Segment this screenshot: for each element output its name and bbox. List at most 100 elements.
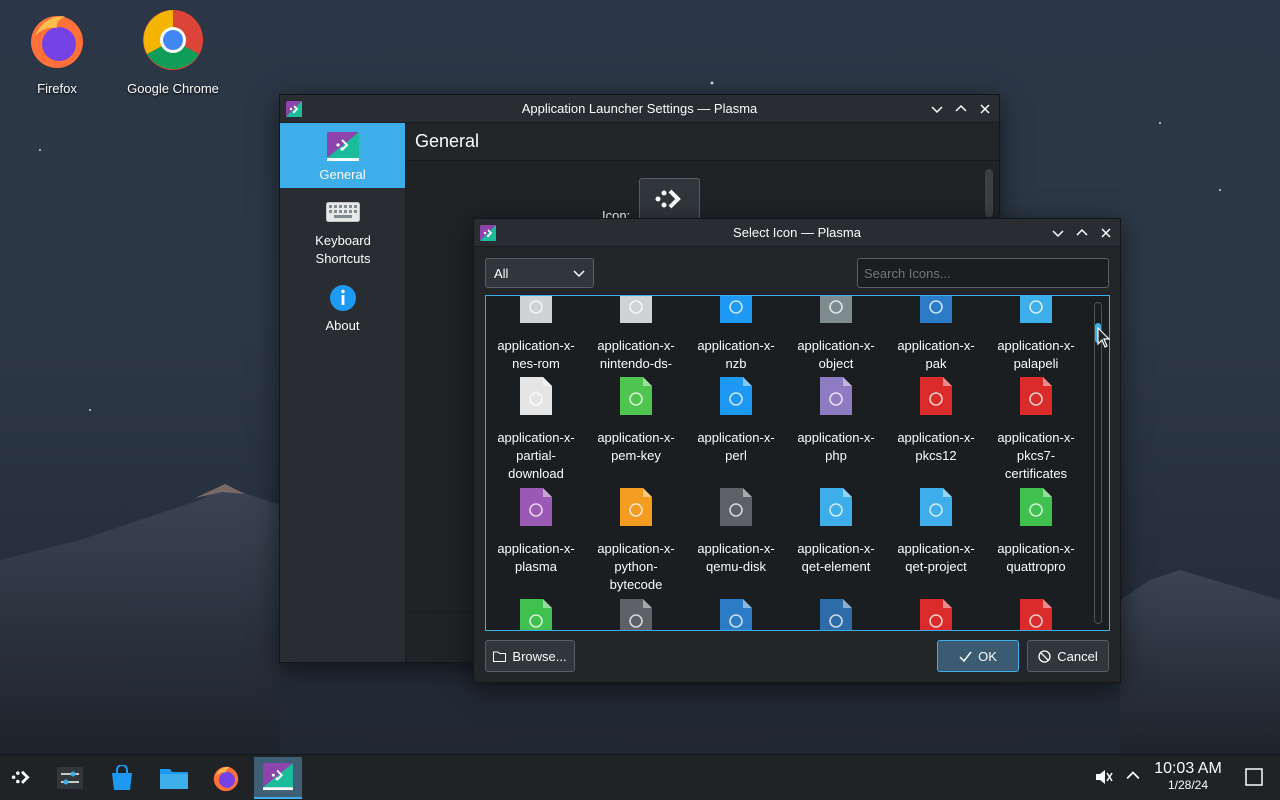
- settings-scrollbar[interactable]: [985, 169, 993, 217]
- show-desktop-button[interactable]: [1245, 768, 1263, 789]
- keyboard-icon: [326, 202, 360, 222]
- filter-selected-value: All: [494, 265, 509, 281]
- mimetype-icon: [720, 599, 752, 630]
- minimize-button[interactable]: [1048, 223, 1068, 243]
- sidebar-item-keyboard-shortcuts[interactable]: Keyboard Shortcuts: [280, 188, 406, 274]
- mimetype-icon: [520, 377, 552, 415]
- launcher-app-icon: [480, 224, 496, 241]
- icon-grid-item-label: python-: [614, 559, 658, 574]
- system-tray-expand-button[interactable]: [1126, 769, 1140, 786]
- window-title: Application Launcher Settings — Plasma: [521, 101, 758, 116]
- icon-grid-item-label: application-x-: [997, 338, 1075, 353]
- sidebar-item-about[interactable]: About: [280, 274, 405, 339]
- icon-grid-item[interactable]: application-x-pkcs7- certificates: [986, 376, 1086, 483]
- maximize-button[interactable]: [1072, 223, 1092, 243]
- launcher-icon: [326, 132, 359, 161]
- icon-grid-item[interactable]: application-x-python-bytecode: [586, 487, 686, 594]
- icon-grid-item-label: application-x-: [997, 541, 1075, 556]
- volume-muted-button[interactable]: [1094, 768, 1114, 789]
- taskbar-launcher-settings[interactable]: [254, 757, 302, 799]
- icon-grid-item-label: pkcs7-: [1016, 448, 1056, 463]
- info-icon: [329, 285, 356, 311]
- icon-grid-item[interactable]: application-x-qet-element: [786, 487, 886, 576]
- cancel-button[interactable]: Cancel: [1027, 640, 1109, 672]
- icon-grid-item[interactable]: application-x-partial-download: [486, 376, 586, 483]
- dialog-titlebar[interactable]: Select Icon — Plasma: [474, 219, 1120, 247]
- sidebar-item-general[interactable]: General: [280, 123, 405, 188]
- browse-button[interactable]: Browse...: [485, 640, 575, 672]
- icon-grid-item[interactable]: application-x-object: [786, 296, 886, 373]
- icon-grid-item-label: download: [508, 466, 564, 481]
- icon-grid-item[interactable]: application-x-plasma: [486, 487, 586, 576]
- icon-grid-item[interactable]: application-x-pkcs12: [886, 376, 986, 465]
- icon-grid-item-label: object: [818, 356, 854, 371]
- chevron-up-icon: [1076, 228, 1088, 236]
- close-button[interactable]: [975, 99, 995, 119]
- icon-grid-item[interactable]: application-x-quattropro: [986, 487, 1086, 576]
- maximize-button[interactable]: [951, 99, 971, 119]
- mimetype-icon: [920, 377, 952, 415]
- search-icons-input[interactable]: [857, 258, 1109, 288]
- icon-grid-item[interactable]: [986, 598, 1086, 630]
- taskbar-firefox[interactable]: [204, 757, 248, 799]
- desktop-icon-google-chrome[interactable]: Google Chrome: [118, 8, 228, 96]
- icon-grid-item-label: nes-rom: [512, 356, 560, 371]
- icon-grid-item-label: application-x-: [597, 338, 675, 353]
- mimetype-icon: [1020, 488, 1052, 526]
- icon-grid-item-label: certificates: [1004, 466, 1068, 481]
- icon-grid-item[interactable]: [686, 598, 786, 630]
- icon-grid-item[interactable]: [786, 598, 886, 630]
- sidebar-item-label: General: [319, 167, 366, 182]
- mimetype-icon: [920, 599, 952, 630]
- icon-grid-item[interactable]: application-x-palapeli: [986, 296, 1086, 373]
- desktop-icon-firefox[interactable]: Firefox: [2, 8, 112, 96]
- category-filter-select[interactable]: All: [485, 258, 594, 288]
- taskbar-system-settings[interactable]: [48, 757, 92, 799]
- close-button[interactable]: [1096, 223, 1116, 243]
- minimize-button[interactable]: [927, 99, 947, 119]
- icon-grid-item[interactable]: [586, 598, 686, 630]
- icon-grid-item[interactable]: [886, 598, 986, 630]
- icon-grid-item[interactable]: application-x-qet-project: [886, 487, 986, 576]
- icon-grid-item[interactable]: application-x-nes-rom: [486, 296, 586, 373]
- icon-grid-item-label: application-x-: [797, 338, 875, 353]
- icon-grid[interactable]: application-x-nes-rom application-x-ninte…: [485, 295, 1110, 631]
- launcher-glyph-icon: [11, 770, 30, 784]
- cancel-button-label: Cancel: [1057, 648, 1098, 664]
- shopping-bag-icon: [112, 765, 132, 790]
- grid-scrollbar-track[interactable]: [1094, 302, 1102, 624]
- mimetype-icon: [520, 296, 552, 323]
- settings-titlebar[interactable]: Application Launcher Settings — Plasma: [280, 95, 999, 123]
- settings-sidebar: General Keyboard Shortcuts About: [280, 123, 406, 662]
- icon-grid-item[interactable]: application-x-pak: [886, 296, 986, 373]
- icon-grid-item[interactable]: application-x-php: [786, 376, 886, 465]
- mimetype-icon: [520, 599, 552, 630]
- digital-clock[interactable]: 10:03 AM 1/28/24: [1148, 760, 1228, 792]
- chevron-up-icon: [1126, 771, 1140, 779]
- icon-grid-item-label: plasma: [515, 559, 557, 574]
- icon-grid-item[interactable]: application-x-qemu-disk: [686, 487, 786, 576]
- icon-grid-item[interactable]: application-x-pem-key: [586, 376, 686, 465]
- taskbar-file-manager[interactable]: [152, 757, 196, 799]
- icon-grid-item[interactable]: [486, 598, 586, 630]
- icon-grid-item-label: application-x-: [797, 430, 875, 445]
- icon-grid-item-label: bytecode: [609, 577, 663, 592]
- icon-grid-item[interactable]: application-x-perl: [686, 376, 786, 465]
- icon-grid-item-label: application-x-: [497, 430, 575, 445]
- taskbar-discover[interactable]: [100, 757, 144, 799]
- close-icon: [980, 103, 990, 114]
- chevron-down-icon: [573, 270, 585, 278]
- icon-grid-item[interactable]: application-x-nzb: [686, 296, 786, 373]
- icon-grid-item-label: quattropro: [1006, 559, 1066, 574]
- icon-grid-item-label: pak: [925, 356, 947, 371]
- application-launcher-button[interactable]: [0, 757, 44, 799]
- ok-button[interactable]: OK: [937, 640, 1019, 672]
- folder-icon: [493, 651, 507, 662]
- icon-grid-item-label: application-x-: [497, 541, 575, 556]
- sidebar-item-label: Keyboard Shortcuts: [315, 233, 371, 266]
- icon-grid-item-label: qet-project: [905, 559, 967, 574]
- select-icon-dialog: Select Icon — Plasma All application-x-n…: [473, 218, 1121, 683]
- chevron-up-icon: [955, 104, 967, 112]
- icon-grid-item-label: pkcs12: [915, 448, 957, 463]
- icon-picker-button[interactable]: [639, 178, 700, 222]
